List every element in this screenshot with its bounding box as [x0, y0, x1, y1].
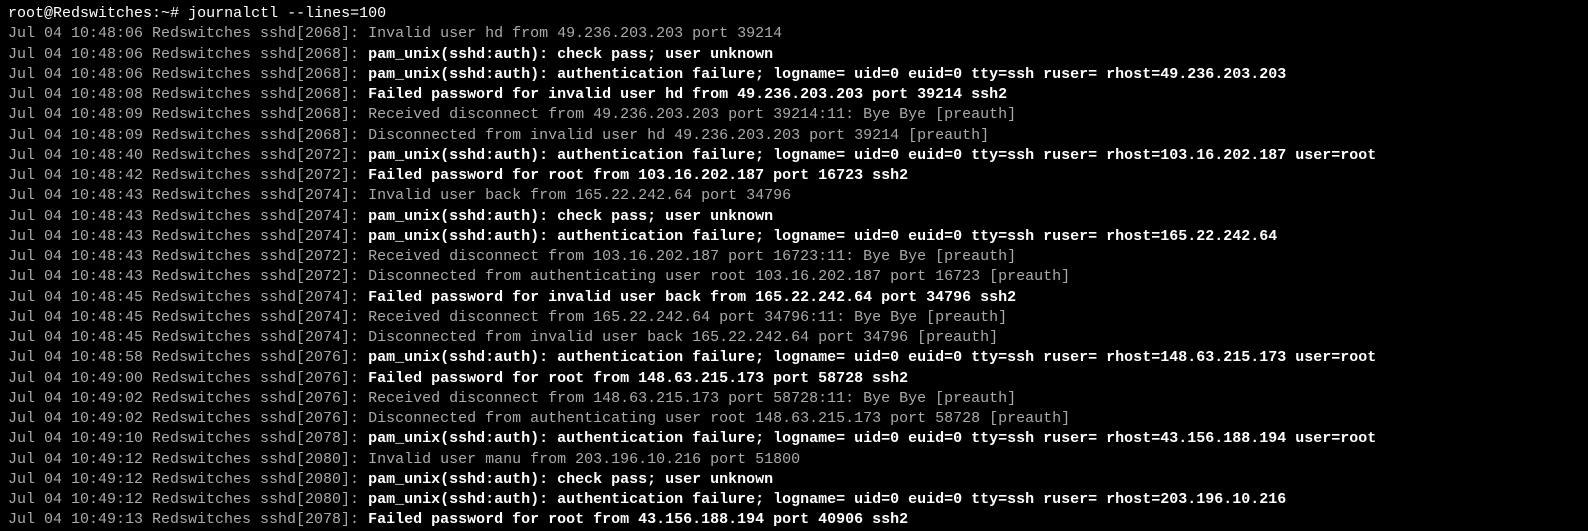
- log-message: Invalid user manu from 203.196.10.216 po…: [368, 451, 800, 468]
- log-line: Jul 04 10:49:02 Redswitches sshd[2076]: …: [8, 409, 1580, 429]
- log-prefix: Jul 04 10:48:45 Redswitches sshd[2074]:: [8, 289, 368, 306]
- log-message: pam_unix(sshd:auth): authentication fail…: [368, 147, 1376, 164]
- log-message: Received disconnect from 49.236.203.203 …: [368, 106, 1016, 123]
- log-message: Failed password for root from 148.63.215…: [368, 370, 908, 387]
- log-prefix: Jul 04 10:49:00 Redswitches sshd[2076]:: [8, 370, 368, 387]
- log-message: Failed password for root from 43.156.188…: [368, 511, 908, 528]
- log-message: pam_unix(sshd:auth): authentication fail…: [368, 66, 1286, 83]
- log-prefix: Jul 04 10:49:12 Redswitches sshd[2080]:: [8, 471, 368, 488]
- log-prefix: Jul 04 10:48:43 Redswitches sshd[2074]:: [8, 208, 368, 225]
- log-line: Jul 04 10:48:45 Redswitches sshd[2074]: …: [8, 308, 1580, 328]
- log-prefix: Jul 04 10:48:45 Redswitches sshd[2074]:: [8, 309, 368, 326]
- log-message: Received disconnect from 165.22.242.64 p…: [368, 309, 1007, 326]
- prompt-command: journalctl --lines=100: [188, 5, 386, 22]
- log-prefix: Jul 04 10:49:10 Redswitches sshd[2078]:: [8, 430, 368, 447]
- log-prefix: Jul 04 10:48:43 Redswitches sshd[2074]:: [8, 187, 368, 204]
- log-line: Jul 04 10:48:09 Redswitches sshd[2068]: …: [8, 126, 1580, 146]
- log-line: Jul 04 10:49:13 Redswitches sshd[2078]: …: [8, 510, 1580, 530]
- log-line: Jul 04 10:48:45 Redswitches sshd[2074]: …: [8, 328, 1580, 348]
- log-message: Disconnected from authenticating user ro…: [368, 410, 1070, 427]
- log-line: Jul 04 10:48:42 Redswitches sshd[2072]: …: [8, 166, 1580, 186]
- log-message: Disconnected from invalid user hd 49.236…: [368, 127, 989, 144]
- prompt-symbol: #: [170, 5, 179, 22]
- log-prefix: Jul 04 10:49:02 Redswitches sshd[2076]:: [8, 410, 368, 427]
- terminal-output[interactable]: root@Redswitches:~# journalctl --lines=1…: [8, 4, 1580, 531]
- log-message: Invalid user back from 165.22.242.64 por…: [368, 187, 791, 204]
- log-line: Jul 04 10:49:10 Redswitches sshd[2078]: …: [8, 429, 1580, 449]
- log-prefix: Jul 04 10:48:06 Redswitches sshd[2068]:: [8, 46, 368, 63]
- log-line: Jul 04 10:48:43 Redswitches sshd[2074]: …: [8, 207, 1580, 227]
- log-message: Received disconnect from 148.63.215.173 …: [368, 390, 1016, 407]
- log-prefix: Jul 04 10:48:43 Redswitches sshd[2072]:: [8, 268, 368, 285]
- log-message: Failed password for root from 103.16.202…: [368, 167, 908, 184]
- log-message: pam_unix(sshd:auth): check pass; user un…: [368, 208, 773, 225]
- prompt-line: root@Redswitches:~# journalctl --lines=1…: [8, 4, 1580, 24]
- log-prefix: Jul 04 10:49:13 Redswitches sshd[2078]:: [8, 511, 368, 528]
- log-prefix: Jul 04 10:48:45 Redswitches sshd[2074]:: [8, 329, 368, 346]
- log-message: Failed password for invalid user hd from…: [368, 86, 1007, 103]
- log-line: Jul 04 10:48:45 Redswitches sshd[2074]: …: [8, 288, 1580, 308]
- log-prefix: Jul 04 10:48:09 Redswitches sshd[2068]:: [8, 106, 368, 123]
- log-line: Jul 04 10:48:08 Redswitches sshd[2068]: …: [8, 85, 1580, 105]
- log-line: Jul 04 10:49:12 Redswitches sshd[2080]: …: [8, 490, 1580, 510]
- log-prefix: Jul 04 10:48:58 Redswitches sshd[2076]:: [8, 349, 368, 366]
- log-line: Jul 04 10:48:43 Redswitches sshd[2074]: …: [8, 186, 1580, 206]
- log-message: Disconnected from invalid user back 165.…: [368, 329, 998, 346]
- log-prefix: Jul 04 10:49:12 Redswitches sshd[2080]:: [8, 451, 368, 468]
- log-line: Jul 04 10:49:02 Redswitches sshd[2076]: …: [8, 389, 1580, 409]
- log-prefix: Jul 04 10:48:40 Redswitches sshd[2072]:: [8, 147, 368, 164]
- log-line: Jul 04 10:48:40 Redswitches sshd[2072]: …: [8, 146, 1580, 166]
- log-prefix: Jul 04 10:49:02 Redswitches sshd[2076]:: [8, 390, 368, 407]
- log-prefix: Jul 04 10:48:42 Redswitches sshd[2072]:: [8, 167, 368, 184]
- log-line: Jul 04 10:48:06 Redswitches sshd[2068]: …: [8, 24, 1580, 44]
- log-line: Jul 04 10:48:43 Redswitches sshd[2072]: …: [8, 267, 1580, 287]
- log-message: pam_unix(sshd:auth): authentication fail…: [368, 228, 1277, 245]
- log-message: pam_unix(sshd:auth): check pass; user un…: [368, 46, 773, 63]
- log-prefix: Jul 04 10:49:12 Redswitches sshd[2080]:: [8, 491, 368, 508]
- log-prefix: Jul 04 10:48:06 Redswitches sshd[2068]:: [8, 66, 368, 83]
- prompt-path: ~: [161, 5, 170, 22]
- log-line: Jul 04 10:49:00 Redswitches sshd[2076]: …: [8, 369, 1580, 389]
- log-message: pam_unix(sshd:auth): authentication fail…: [368, 430, 1376, 447]
- log-message: Received disconnect from 103.16.202.187 …: [368, 248, 1016, 265]
- log-line: Jul 04 10:48:43 Redswitches sshd[2072]: …: [8, 247, 1580, 267]
- log-prefix: Jul 04 10:48:06 Redswitches sshd[2068]:: [8, 25, 368, 42]
- log-container: Jul 04 10:48:06 Redswitches sshd[2068]: …: [8, 24, 1580, 530]
- log-line: Jul 04 10:48:06 Redswitches sshd[2068]: …: [8, 65, 1580, 85]
- log-line: Jul 04 10:49:12 Redswitches sshd[2080]: …: [8, 470, 1580, 490]
- log-prefix: Jul 04 10:48:43 Redswitches sshd[2072]:: [8, 248, 368, 265]
- log-message: Invalid user hd from 49.236.203.203 port…: [368, 25, 782, 42]
- prompt-user-host: root@Redswitches: [8, 5, 152, 22]
- log-message: pam_unix(sshd:auth): authentication fail…: [368, 491, 1286, 508]
- log-message: Disconnected from authenticating user ro…: [368, 268, 1070, 285]
- log-line: Jul 04 10:48:58 Redswitches sshd[2076]: …: [8, 348, 1580, 368]
- log-message: pam_unix(sshd:auth): authentication fail…: [368, 349, 1376, 366]
- log-line: Jul 04 10:49:12 Redswitches sshd[2080]: …: [8, 450, 1580, 470]
- prompt-colon: :: [152, 5, 161, 22]
- log-line: Jul 04 10:48:43 Redswitches sshd[2074]: …: [8, 227, 1580, 247]
- log-prefix: Jul 04 10:48:43 Redswitches sshd[2074]:: [8, 228, 368, 245]
- log-message: Failed password for invalid user back fr…: [368, 289, 1016, 306]
- log-prefix: Jul 04 10:48:09 Redswitches sshd[2068]:: [8, 127, 368, 144]
- log-line: Jul 04 10:48:09 Redswitches sshd[2068]: …: [8, 105, 1580, 125]
- log-line: Jul 04 10:48:06 Redswitches sshd[2068]: …: [8, 45, 1580, 65]
- log-prefix: Jul 04 10:48:08 Redswitches sshd[2068]:: [8, 86, 368, 103]
- log-message: pam_unix(sshd:auth): check pass; user un…: [368, 471, 773, 488]
